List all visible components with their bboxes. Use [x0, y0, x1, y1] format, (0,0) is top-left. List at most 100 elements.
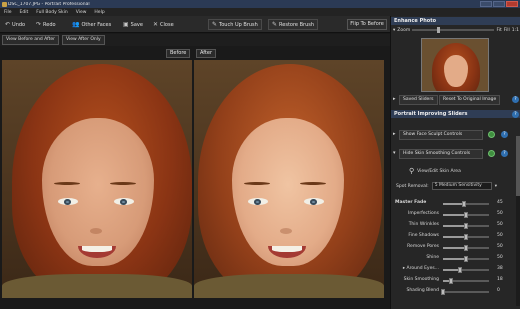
menu-bar: File Edit Full Body Skin View Help — [0, 8, 520, 16]
nose — [280, 228, 292, 234]
right-eyebrow — [110, 182, 136, 185]
slider-knob[interactable] — [458, 267, 463, 273]
slider-track[interactable] — [443, 223, 489, 229]
tab-before-and-after[interactable]: View Before and After — [2, 35, 59, 45]
close-window-button[interactable] — [506, 1, 518, 7]
menu-view[interactable]: View — [76, 10, 87, 15]
slider-label: Fine Shadows — [408, 233, 439, 238]
slider-knob[interactable] — [441, 289, 445, 295]
slider-fill — [443, 236, 466, 238]
zoom-1-1[interactable]: 1:1 — [512, 28, 519, 33]
panel-scrollbar[interactable] — [516, 136, 520, 306]
slider-knob[interactable] — [464, 223, 468, 229]
other-faces-button[interactable]: 👥 Other Faces — [69, 19, 114, 30]
menu-edit[interactable]: Edit — [20, 10, 29, 15]
restore-brush-button[interactable]: ✎ Restore Brush — [268, 19, 319, 30]
touch-up-brush-button[interactable]: ✎ Touch Up Brush — [208, 19, 262, 30]
toolbar: ↶ Undo ↷ Redo 👥 Other Faces ▣ Save ✕ Clo… — [0, 16, 390, 33]
before-photo[interactable] — [2, 60, 192, 298]
menu-help[interactable]: Help — [94, 10, 104, 15]
slider-knob[interactable] — [464, 256, 468, 262]
slider-track[interactable] — [443, 256, 489, 262]
right-eyebrow — [300, 182, 326, 185]
nose — [90, 228, 102, 234]
tab-after-only[interactable]: View After Only — [62, 35, 105, 45]
undo-button[interactable]: ↶ Undo — [2, 19, 28, 30]
slider-value: 50 — [497, 244, 503, 249]
dropdown-arrow-icon[interactable]: ▾ — [495, 184, 497, 189]
face-sculpt-toggle[interactable] — [488, 131, 495, 138]
slider-value: 18 — [497, 277, 503, 282]
spot-removal-select[interactable]: 5 Medium Sensitivity — [431, 182, 492, 190]
slider-value: 50 — [497, 233, 503, 238]
close-button[interactable]: ✕ Close — [150, 19, 177, 30]
hide-skin-smoothing-button[interactable]: Hide Skin Smoothing Controls — [399, 149, 483, 159]
zoom-expander-icon[interactable]: ▾ — [393, 28, 395, 33]
save-icon: ▣ — [123, 21, 129, 28]
reset-original-button[interactable]: Reset To Original Image — [439, 95, 501, 105]
slider-knob[interactable] — [464, 245, 468, 251]
before-label: Before — [166, 49, 191, 58]
zoom-slider[interactable] — [412, 27, 495, 33]
slider-track[interactable] — [443, 245, 489, 251]
right-eye — [114, 198, 134, 205]
window-controls — [480, 1, 520, 7]
slider-row: Imperfections 50 — [391, 210, 515, 219]
saved-sliders-expander-icon[interactable]: ▸ — [393, 96, 396, 102]
slider-track[interactable] — [443, 212, 489, 218]
slider-fill — [443, 247, 466, 249]
control-panel: Enhance Photo ▾ Zoom Fit Fill 1:1 ▸ Save… — [390, 16, 520, 309]
maximize-button[interactable] — [493, 1, 505, 7]
help-icon[interactable]: ? — [501, 131, 508, 138]
zoom-fill[interactable]: Fill — [504, 28, 510, 33]
menu-full-body-skin[interactable]: Full Body Skin — [36, 10, 67, 15]
left-eyebrow — [244, 182, 270, 185]
portrait-improving-header: Portrait Improving Sliders — [391, 110, 520, 118]
slider-track[interactable] — [443, 201, 489, 207]
save-button[interactable]: ▣ Save — [120, 19, 146, 30]
redo-icon: ↷ — [36, 21, 42, 28]
slider-label[interactable]: ▸ Around Eyes... — [391, 266, 439, 271]
slider-knob[interactable] — [449, 278, 454, 284]
scrollbar-thumb[interactable] — [516, 136, 520, 196]
slider-label: Imperfections — [408, 211, 439, 216]
slider-track[interactable] — [443, 267, 489, 273]
navigator-thumbnail[interactable] — [421, 38, 489, 92]
view-edit-skin-area-button[interactable]: ⚲ View/Edit Skin Area — [409, 167, 461, 175]
show-face-sculpt-button[interactable]: Show Face Sculpt Controls — [399, 130, 483, 140]
saved-sliders-button[interactable]: Saved Sliders — [399, 95, 438, 105]
undo-icon: ↶ — [5, 21, 11, 28]
left-eye — [58, 198, 78, 205]
slider-fill — [443, 203, 464, 205]
help-icon[interactable]: ? — [512, 96, 519, 103]
spot-removal-label: Spot Removal: — [396, 183, 429, 189]
window-title: DSC_1707.JPG - Portrait Professional — [8, 1, 90, 7]
close-label: Close — [160, 21, 174, 28]
flip-to-before-button[interactable]: Flip To Before — [347, 19, 387, 30]
redo-button[interactable]: ↷ Redo — [33, 19, 59, 30]
face-sculpt-expander-icon[interactable]: ▸ — [393, 131, 396, 137]
zoom-fit[interactable]: Fit — [496, 28, 501, 33]
skin-smoothing-toggle[interactable] — [488, 150, 495, 157]
slider-label: Shine — [426, 255, 439, 260]
slider-value: 38 — [497, 266, 503, 271]
slider-knob[interactable] — [464, 234, 468, 240]
skin-smoothing-expander-icon[interactable]: ▾ — [393, 150, 396, 156]
slider-track[interactable] — [441, 289, 489, 295]
slider-track[interactable] — [443, 234, 489, 240]
slider-track[interactable] — [443, 278, 489, 284]
after-photo[interactable] — [194, 60, 384, 298]
help-icon[interactable]: ? — [501, 150, 508, 157]
other-faces-label: Other Faces — [81, 21, 112, 28]
view-edit-skin-area-label: View/Edit Skin Area — [417, 168, 461, 174]
slider-value: 50 — [497, 211, 503, 216]
help-icon[interactable]: ? — [512, 111, 519, 118]
zoom-slider-knob[interactable] — [436, 27, 440, 33]
minimize-button[interactable] — [480, 1, 492, 7]
slider-fill — [443, 214, 466, 216]
slider-knob[interactable] — [461, 201, 466, 207]
slider-knob[interactable] — [464, 212, 468, 218]
shirt — [2, 274, 192, 298]
menu-file[interactable]: File — [4, 10, 12, 15]
slider-label: Shading Blend — [406, 288, 439, 293]
